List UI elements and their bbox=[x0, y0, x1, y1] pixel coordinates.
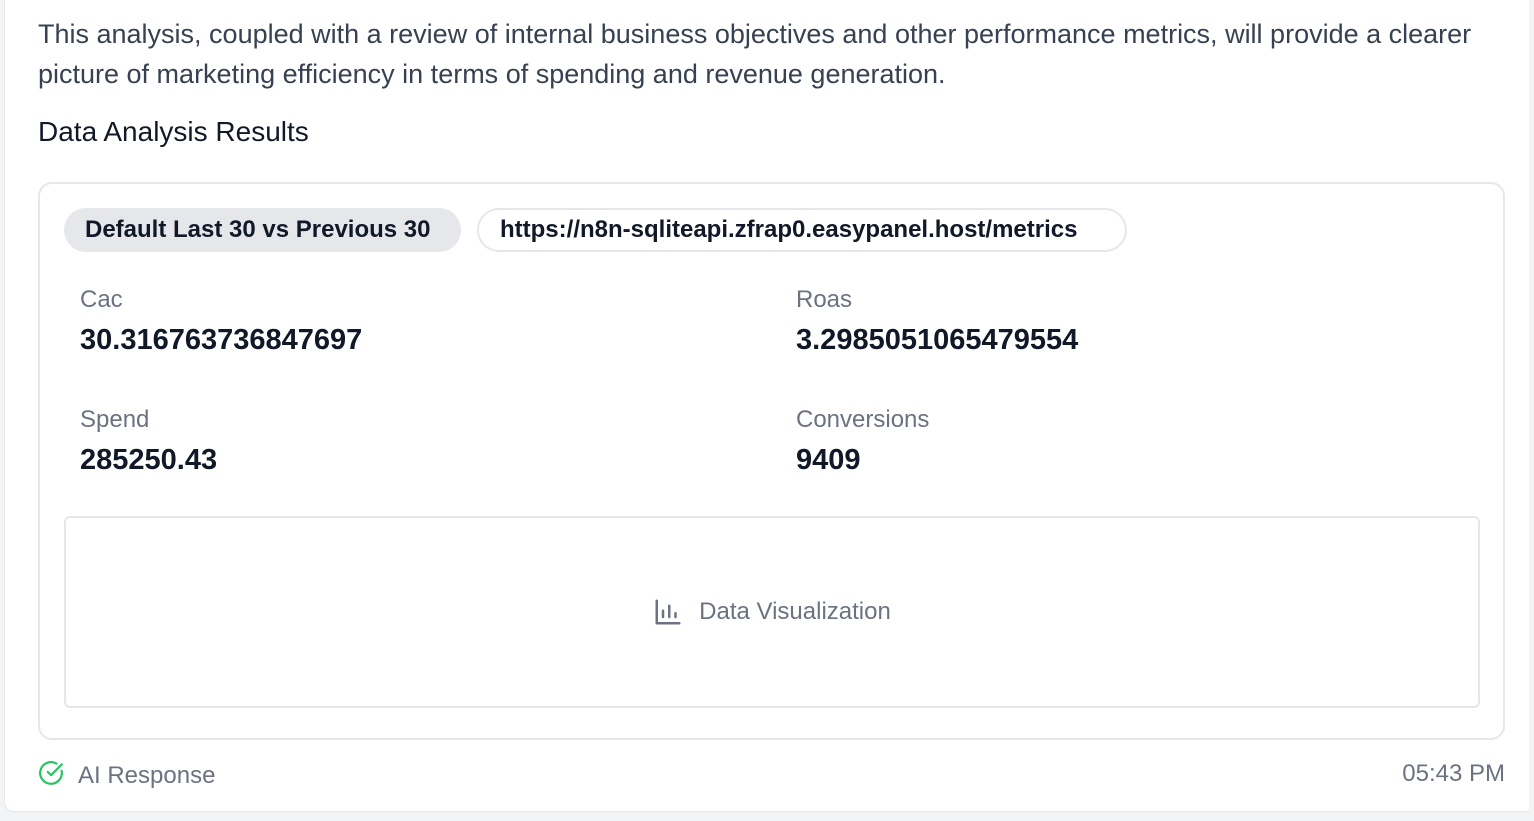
message-timestamp: 05:43 PM bbox=[1402, 760, 1505, 787]
bar-chart-icon bbox=[653, 597, 683, 627]
metric-value: 9409 bbox=[796, 444, 861, 476]
response-status: AI Response bbox=[38, 760, 215, 791]
metric-label: Conversions bbox=[796, 406, 930, 433]
check-circle-icon bbox=[38, 760, 64, 791]
message-intro-text: This analysis, coupled with a review of … bbox=[38, 19, 1472, 89]
metric-spend: Spend 285250.43 bbox=[80, 406, 680, 480]
metric-label: Spend bbox=[80, 406, 150, 433]
visualization-label: Data Visualization bbox=[699, 598, 891, 625]
metric-label: Roas bbox=[796, 286, 853, 313]
metric-value: 3.2985051065479554 bbox=[796, 324, 1079, 356]
ai-message-card: This analysis, coupled with a review of … bbox=[4, 0, 1529, 812]
section-title: Data Analysis Results bbox=[38, 116, 309, 147]
status-label: AI Response bbox=[78, 761, 216, 789]
metric-conversions: Conversions 9409 bbox=[796, 406, 1396, 480]
date-range-chip[interactable]: Default Last 30 vs Previous 30 bbox=[64, 208, 461, 252]
metric-value: 285250.43 bbox=[80, 444, 218, 476]
source-url-chip[interactable]: https://n8n-sqliteapi.zfrap0.easypanel.h… bbox=[477, 208, 1127, 252]
metric-roas: Roas 3.2985051065479554 bbox=[796, 286, 1396, 360]
metric-label: Cac bbox=[80, 286, 123, 313]
message-footer: AI Response 05:43 PM bbox=[38, 756, 1505, 796]
analysis-results-panel: Default Last 30 vs Previous 30 https://n… bbox=[38, 182, 1505, 740]
data-visualization-placeholder[interactable]: Data Visualization bbox=[64, 516, 1480, 708]
metric-cac: Cac 30.316763736847697 bbox=[80, 286, 680, 360]
metric-value: 30.316763736847697 bbox=[80, 324, 363, 356]
